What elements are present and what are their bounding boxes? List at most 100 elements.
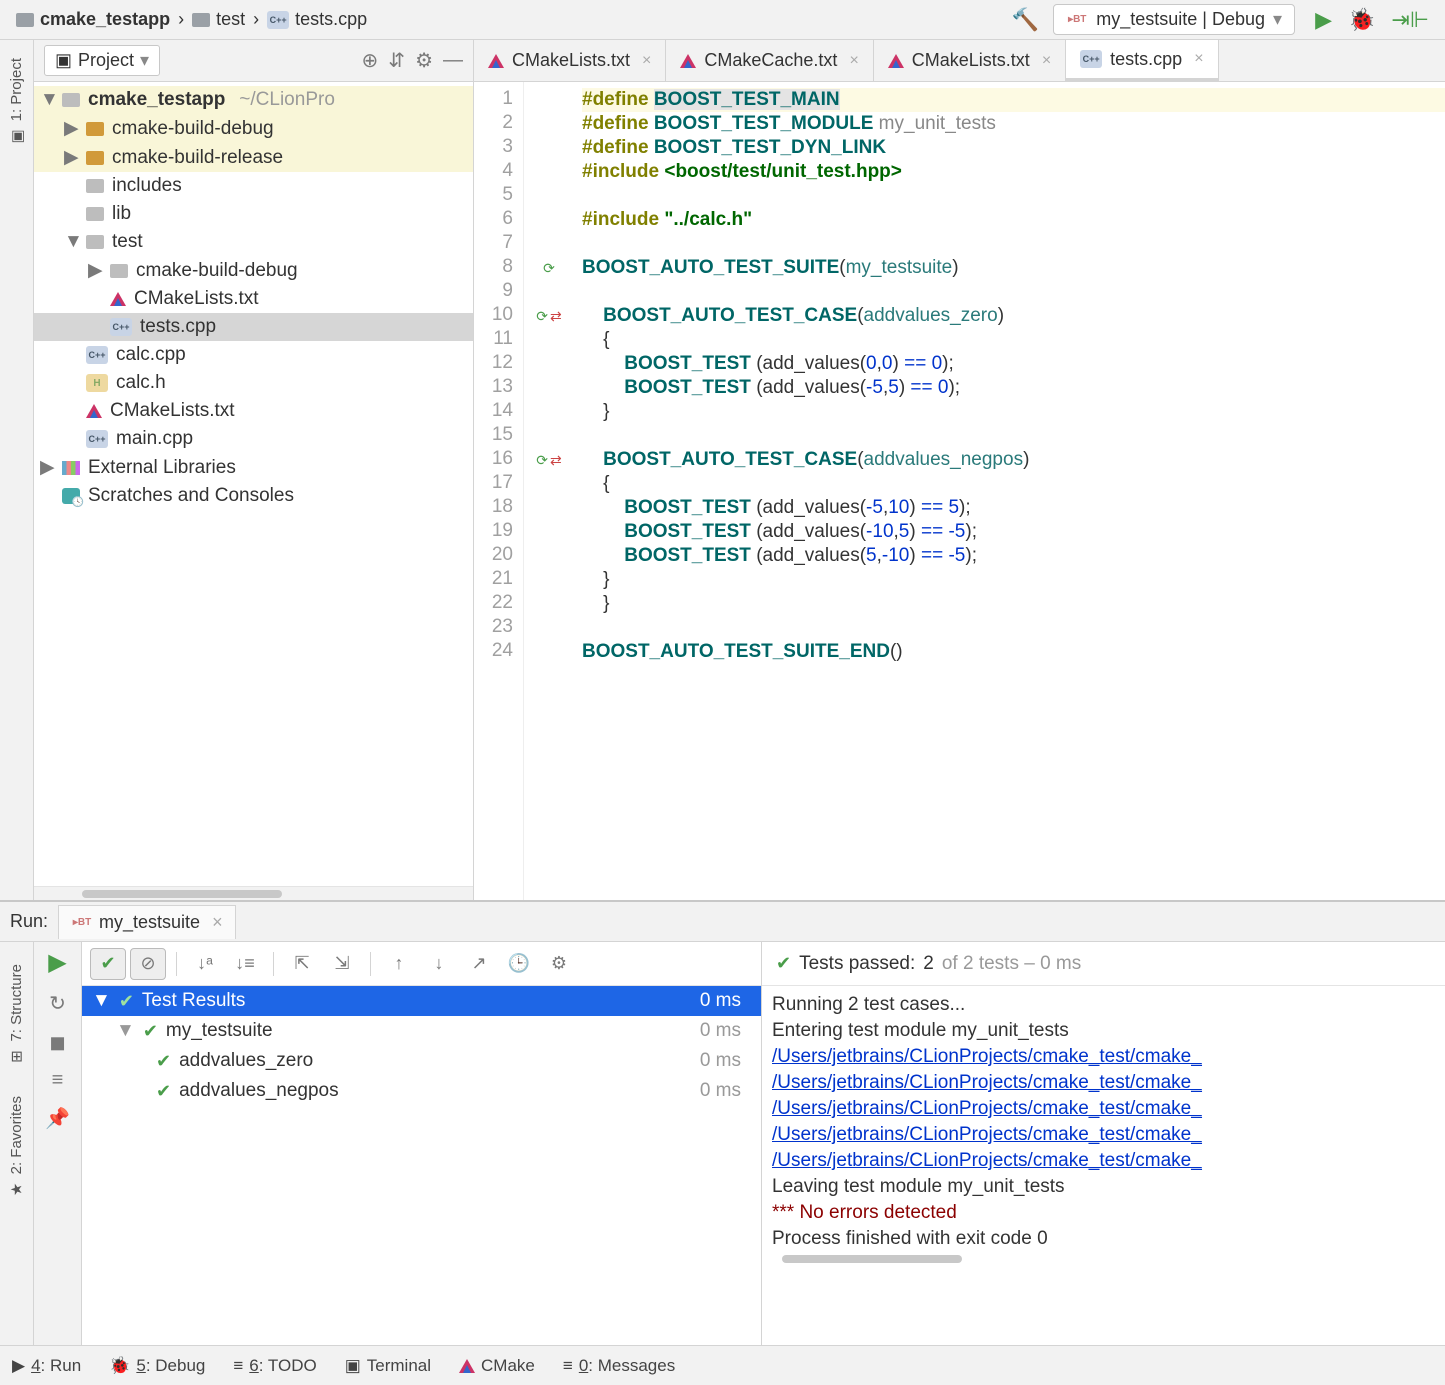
tree-folder[interactable]: lib xyxy=(34,200,473,228)
project-panel-header: ▣Project▾ ⊕ ⇵ ⚙ — xyxy=(34,40,473,82)
left-tool-rail-lower: ⊞7: Structure ★2: Favorites xyxy=(0,942,34,1345)
code-area[interactable]: 123456789101112131415161718192021222324 … xyxy=(474,82,1445,900)
tab-active[interactable]: C++tests.cpp× xyxy=(1066,40,1218,81)
close-icon[interactable]: × xyxy=(642,52,651,70)
run-button[interactable]: ▶ xyxy=(1315,7,1332,33)
left-tool-rail: ▣1: Project xyxy=(0,40,34,900)
gutter-markers[interactable]: ⟳⟳⇄⟳⇄ xyxy=(524,82,574,900)
structure-icon: ⊞ xyxy=(7,1050,25,1063)
rail-structure[interactable]: ⊞7: Structure xyxy=(4,952,29,1078)
test-suite[interactable]: ▼✔my_testsuite0 ms xyxy=(82,1016,761,1046)
history-button[interactable]: 🕒 xyxy=(501,948,537,980)
cmake-icon xyxy=(680,54,696,68)
tab[interactable]: CMakeLists.txt× xyxy=(474,40,666,81)
next-button[interactable]: ↓ xyxy=(421,948,457,980)
tree-root[interactable]: ▼cmake_testapp~/CLionPro xyxy=(34,86,473,114)
console-output[interactable]: Running 2 test cases... Entering test mo… xyxy=(762,986,1445,1345)
project-view-selector[interactable]: ▣Project▾ xyxy=(44,45,160,76)
tree-ext-lib[interactable]: ▶External Libraries xyxy=(34,453,473,482)
rail-project[interactable]: ▣1: Project xyxy=(4,46,29,157)
sort-button[interactable]: ↓ᵃ xyxy=(187,948,223,980)
sort-duration-button[interactable]: ↓≡ xyxy=(227,948,263,980)
run-tab[interactable]: ▸BTmy_testsuite× xyxy=(58,905,236,939)
console-line: Leaving test module my_unit_tests xyxy=(772,1174,1435,1200)
tree-folder[interactable]: ▶cmake-build-debug xyxy=(34,114,473,143)
tree-scratches[interactable]: Scratches and Consoles xyxy=(34,482,473,510)
tree-folder[interactable]: ▼test xyxy=(34,228,473,256)
scrollbar[interactable] xyxy=(34,886,473,900)
pin-button[interactable]: 📌 xyxy=(45,1106,70,1131)
tree-folder[interactable]: ▶cmake-build-debug xyxy=(34,256,473,285)
bottom-todo[interactable]: ≡6: TODO xyxy=(233,1356,316,1376)
breadcrumb-file[interactable]: C++tests.cpp xyxy=(259,7,375,32)
test-root[interactable]: ▼✔Test Results0 ms xyxy=(82,986,761,1016)
console-line: Process finished with exit code 0 xyxy=(772,1226,1435,1252)
folder-icon xyxy=(16,13,34,27)
profile-button[interactable]: ⇥⊩ xyxy=(1391,7,1429,33)
tree-file-selected[interactable]: C++tests.cpp xyxy=(34,313,473,341)
tree-folder[interactable]: ▶cmake-build-release xyxy=(34,143,473,172)
header-icon: H xyxy=(86,374,108,392)
tree-file[interactable]: CMakeLists.txt xyxy=(34,397,473,425)
bottom-run[interactable]: ▶4: Run xyxy=(12,1356,81,1376)
tree-file[interactable]: C++calc.cpp xyxy=(34,341,473,369)
settings-button[interactable]: ⚙ xyxy=(541,948,577,980)
close-icon[interactable]: × xyxy=(212,912,223,933)
list-icon: ≡ xyxy=(233,1356,243,1376)
tab[interactable]: CMakeLists.txt× xyxy=(874,40,1066,81)
console-line: Running 2 test cases... xyxy=(772,992,1435,1018)
hide-icon[interactable]: — xyxy=(443,49,463,72)
run-config-selector[interactable]: ▸BT my_testsuite | Debug ▾ xyxy=(1053,4,1295,35)
tree-folder[interactable]: includes xyxy=(34,172,473,200)
tree-file[interactable]: C++main.cpp xyxy=(34,425,473,453)
expand-all-button[interactable]: ⇱ xyxy=(284,948,320,980)
close-icon[interactable]: × xyxy=(1194,50,1203,68)
folder-icon xyxy=(86,151,104,165)
scrollbar[interactable] xyxy=(772,1255,1435,1269)
test-case[interactable]: ✔addvalues_zero0 ms xyxy=(82,1046,761,1076)
bug-icon: 🐞 xyxy=(109,1356,130,1376)
tab[interactable]: CMakeCache.txt× xyxy=(666,40,873,81)
bottom-cmake[interactable]: CMake xyxy=(459,1356,535,1376)
rerun-button[interactable]: ▶ xyxy=(48,948,66,977)
show-ignored-toggle[interactable]: ⊘ xyxy=(130,948,166,980)
debug-button[interactable]: 🐞 xyxy=(1348,7,1375,33)
show-passed-toggle[interactable]: ✔ xyxy=(90,948,126,980)
tree-file[interactable]: Hcalc.h xyxy=(34,369,473,397)
cpp-icon: C++ xyxy=(86,346,108,364)
close-icon[interactable]: × xyxy=(849,52,858,70)
test-case[interactable]: ✔addvalues_negpos0 ms xyxy=(82,1076,761,1106)
console-link[interactable]: /Users/jetbrains/CLionProjects/cmake_tes… xyxy=(772,1070,1435,1096)
rerun-failed-button[interactable]: ↻ xyxy=(49,991,66,1016)
bottom-messages[interactable]: ≡0: Messages xyxy=(563,1356,675,1376)
rail-favorites[interactable]: ★2: Favorites xyxy=(4,1084,29,1210)
console-link[interactable]: /Users/jetbrains/CLionProjects/cmake_tes… xyxy=(772,1096,1435,1122)
breadcrumb-root[interactable]: cmake_testapp xyxy=(8,7,178,32)
folder-icon xyxy=(86,122,104,136)
bottom-terminal[interactable]: ▣Terminal xyxy=(345,1356,431,1376)
tree-file[interactable]: CMakeLists.txt xyxy=(34,285,473,313)
messages-icon: ≡ xyxy=(563,1356,573,1376)
test-tree[interactable]: ▼✔Test Results0 ms ▼✔my_testsuite0 ms ✔a… xyxy=(82,986,761,1345)
prev-button[interactable]: ↑ xyxy=(381,948,417,980)
locate-icon[interactable]: ⊕ xyxy=(362,48,379,73)
close-icon[interactable]: × xyxy=(1042,52,1051,70)
editor: CMakeLists.txt× CMakeCache.txt× CMakeLis… xyxy=(474,40,1445,900)
console-link[interactable]: /Users/jetbrains/CLionProjects/cmake_tes… xyxy=(772,1148,1435,1174)
folder-icon xyxy=(62,93,80,107)
bottom-debug[interactable]: 🐞5: Debug xyxy=(109,1356,205,1376)
breadcrumb-folder[interactable]: test xyxy=(184,7,253,32)
collapse-icon[interactable]: ⇵ xyxy=(388,48,405,73)
code-text[interactable]: #define BOOST_TEST_MAIN#define BOOST_TES… xyxy=(574,82,1445,900)
collapse-all-button[interactable]: ⇲ xyxy=(324,948,360,980)
project-tree[interactable]: ▼cmake_testapp~/CLionPro ▶cmake-build-de… xyxy=(34,82,473,886)
run-icon: ▶ xyxy=(12,1356,25,1376)
console-link[interactable]: /Users/jetbrains/CLionProjects/cmake_tes… xyxy=(772,1122,1435,1148)
console-link[interactable]: /Users/jetbrains/CLionProjects/cmake_tes… xyxy=(772,1044,1435,1070)
settings-icon[interactable]: ⚙ xyxy=(415,48,433,73)
export-button[interactable]: ↗ xyxy=(461,948,497,980)
build-button[interactable]: 🔨 xyxy=(1012,7,1039,33)
layout-button[interactable]: ≡ xyxy=(52,1069,64,1092)
stop-button[interactable]: ◼ xyxy=(49,1030,66,1055)
cmake-icon xyxy=(488,54,504,68)
